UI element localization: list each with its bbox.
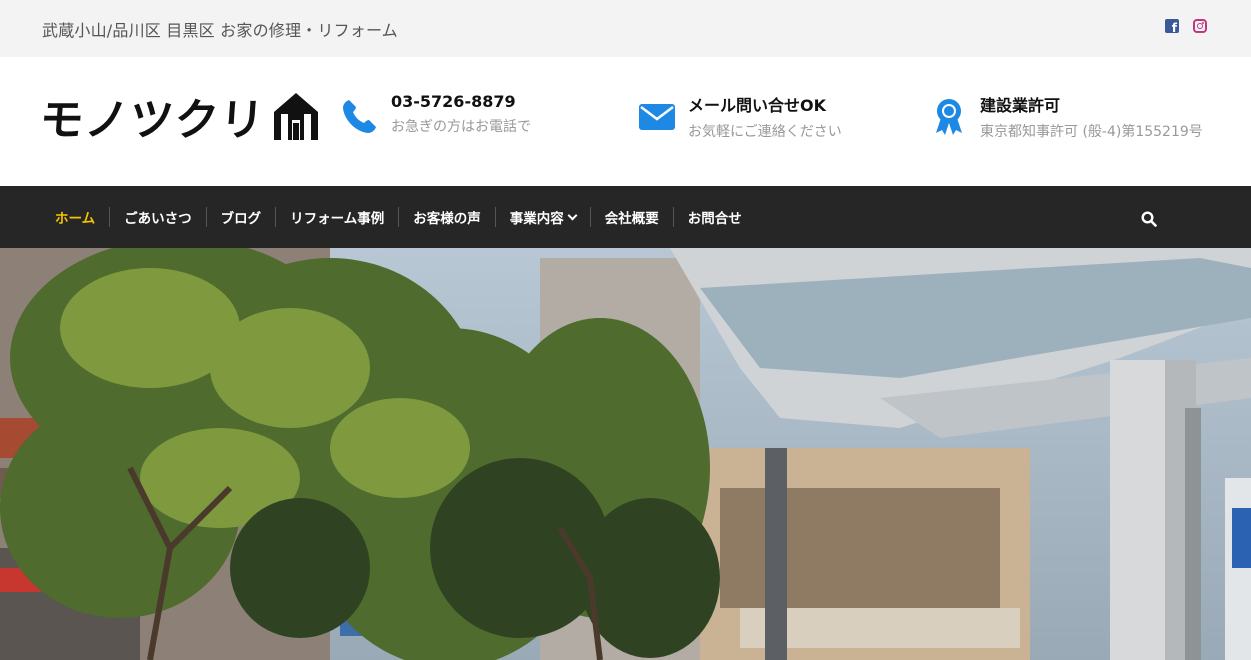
nav-item-greeting[interactable]: ごあいさつ	[109, 207, 206, 227]
site-tagline: 武蔵小山/品川区 目黒区 お家の修理・リフォーム	[42, 21, 398, 40]
hero-street-scene	[0, 248, 1251, 660]
site-logo[interactable]: モノツクリ	[38, 90, 321, 146]
nav-label: ごあいさつ	[124, 211, 192, 227]
nav-item-reform-cases[interactable]: リフォーム事例	[275, 207, 398, 227]
license-info: 建設業許可 東京都知事許可 (般-4)第155219号	[929, 90, 1203, 141]
site-header: モノツクリ 03-5726-8879 お急ぎの方はお電話で メール問い合せOK …	[0, 57, 1251, 186]
phone-contact[interactable]: 03-5726-8879 お急ぎの方はお電話で	[340, 90, 531, 136]
nav-item-blog[interactable]: ブログ	[205, 207, 276, 227]
nav-label: お客様の声	[413, 211, 481, 227]
mail-subtext: お気軽にご連絡ください	[688, 124, 842, 140]
phone-number: 03-5726-8879	[391, 92, 516, 111]
nav-label: お問合せ	[687, 211, 742, 227]
mail-contact[interactable]: メール問い合せOK お気軽にご連絡ください	[637, 90, 842, 141]
nav-item-company[interactable]: 会社概要	[589, 207, 673, 227]
facebook-icon[interactable]	[1165, 19, 1179, 35]
nav-item-home[interactable]: ホーム	[43, 207, 109, 227]
phone-subtext: お急ぎの方はお電話で	[391, 119, 531, 135]
social-links	[1165, 19, 1207, 35]
nav-item-testimonials[interactable]: お客様の声	[398, 207, 495, 227]
phone-icon	[343, 100, 376, 133]
chevron-down-icon	[567, 210, 578, 220]
nav-label: ブログ	[220, 211, 262, 227]
nav-item-contact[interactable]: お問合せ	[672, 207, 756, 227]
search-icon[interactable]	[1141, 211, 1157, 227]
instagram-icon[interactable]	[1193, 19, 1207, 33]
nav-label: 事業内容	[509, 211, 564, 227]
award-ribbon-icon	[936, 99, 962, 135]
envelope-icon	[639, 104, 675, 130]
nav-item-services[interactable]: 事業内容	[494, 207, 590, 227]
hero-image	[0, 248, 1251, 660]
mail-title: メール問い合せOK	[688, 96, 827, 115]
logo-text: モノツクリ	[37, 95, 267, 146]
nav-label: ホーム	[55, 211, 96, 227]
top-bar: 武蔵小山/品川区 目黒区 お家の修理・リフォーム	[0, 0, 1251, 57]
license-title: 建設業許可	[980, 96, 1061, 115]
house-logo-icon	[274, 93, 318, 140]
nav-label: 会社概要	[604, 211, 659, 227]
nav-label: リフォーム事例	[290, 211, 385, 227]
license-number: 東京都知事許可 (般-4)第155219号	[980, 124, 1203, 140]
main-nav: ホーム ごあいさつ ブログ リフォーム事例 お客様の声 事業内容 会社概要 お問…	[0, 186, 1251, 248]
